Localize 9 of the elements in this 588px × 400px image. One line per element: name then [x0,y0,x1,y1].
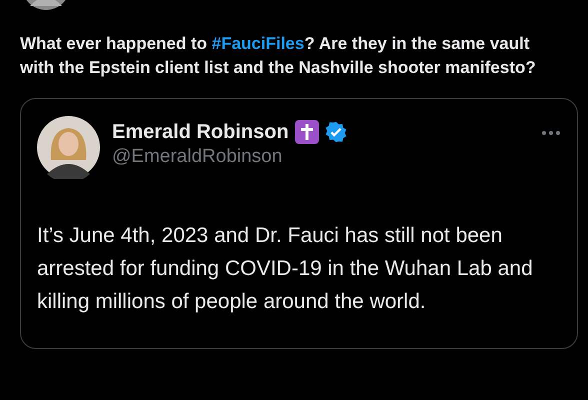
quoted-post-card[interactable]: Emerald Robinson @EmeraldRobinson It’s June 4th, 2023 and Dr. Fauci has still not been arrested for funding COVID-19 in the Wuhan Lab and killing millions of people around the world. [20,98,578,349]
author-handle: @EmeraldRobinson [112,146,284,168]
quoted-post-text: It’s June 4th, 2023 and Dr. Fauci has still not been arrested for funding COVID-19 in the Wuhan Lab and killing millions of people around the world. [37,223,534,315]
avatar-icon [37,116,100,179]
cross-icon [294,120,319,144]
author-name: Emerald Robinson [112,120,289,144]
more-options-icon[interactable] [541,130,561,136]
post-text: What ever happened to #FauciFiles? Are they in the same vault with the Epstein client list and the Nashville shooter manifesto? [20,33,537,78]
hashtag-link[interactable]: #FauciFiles [212,34,304,53]
